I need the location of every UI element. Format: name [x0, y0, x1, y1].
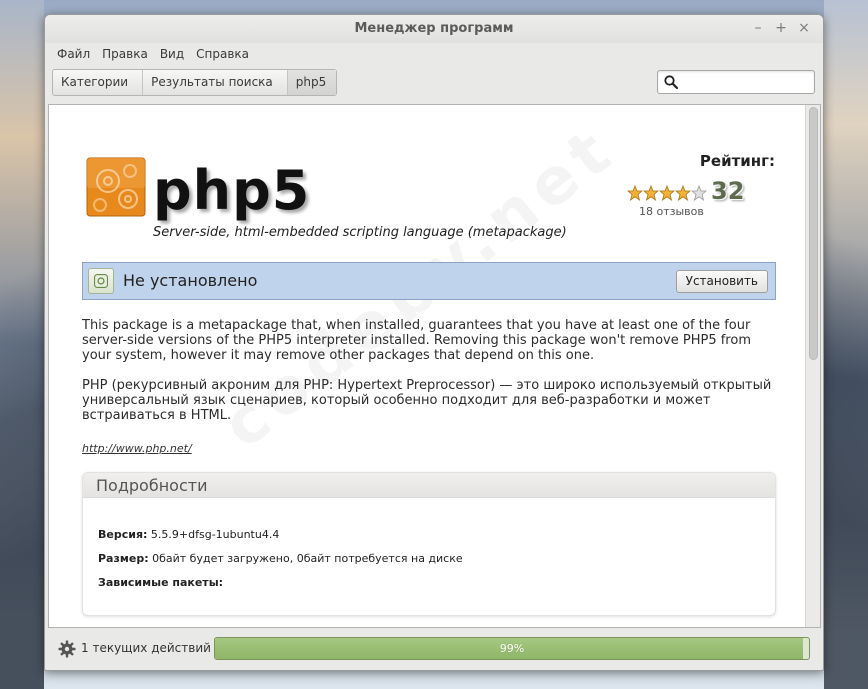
- detail-deps: Зависимые пакеты:: [98, 576, 223, 589]
- window-title: Менеджер программ: [354, 21, 514, 36]
- breadcrumb-search-results[interactable]: Результаты поиска: [143, 70, 288, 95]
- progress-label: 99%: [499, 642, 525, 655]
- breadcrumb: Категории Результаты поиска php5: [52, 69, 338, 96]
- star-icon: [643, 185, 659, 201]
- rating-score: 32: [711, 177, 745, 205]
- star-empty-icon: [691, 185, 707, 201]
- desktop-wallpaper-right: [824, 0, 868, 689]
- star-icon: [627, 185, 643, 201]
- install-status-bar: Не установлено Установить: [82, 262, 776, 300]
- install-status-text: Не установлено: [123, 271, 258, 290]
- star-icon: [675, 185, 691, 201]
- package-page: codeby.net php5 Server-side, html-embedd…: [49, 105, 807, 627]
- vertical-scrollbar[interactable]: [805, 105, 820, 627]
- menu-help[interactable]: Справка: [190, 47, 255, 61]
- scrollbar-thumb[interactable]: [809, 107, 818, 360]
- software-manager-window: Менеджер программ – + × Файл Правка Вид …: [44, 14, 824, 671]
- menu-file[interactable]: Файл: [51, 47, 96, 61]
- install-button[interactable]: Установить: [675, 270, 768, 293]
- search-input[interactable]: [682, 73, 808, 91]
- description-en: This package is a metapackage that, when…: [82, 318, 751, 363]
- bottom-status-bar: 1 текущих действий 99%: [45, 632, 823, 670]
- package-icon: [86, 157, 146, 217]
- rating-label: Рейтинг:: [699, 152, 775, 170]
- deps-label: Зависимые пакеты:: [98, 576, 224, 589]
- details-title: Подробности: [83, 473, 775, 498]
- breadcrumb-package[interactable]: php5: [287, 70, 337, 95]
- menu-view[interactable]: Вид: [154, 47, 190, 61]
- rating-stars: [627, 185, 707, 201]
- desktop-wallpaper-left: [0, 0, 44, 689]
- progress-bar: 99%: [214, 637, 810, 660]
- search-icon: [664, 75, 679, 90]
- titlebar[interactable]: Менеджер программ – + ×: [45, 15, 823, 43]
- maximize-icon[interactable]: +: [774, 20, 788, 36]
- gear-icon[interactable]: [58, 640, 76, 658]
- active-tasks-text[interactable]: 1 текущих действий: [81, 641, 211, 655]
- size-label: Размер:: [98, 552, 149, 565]
- reviews-count[interactable]: 18 отзывов: [639, 205, 704, 218]
- package-details-pane: codeby.net php5 Server-side, html-embedd…: [48, 104, 821, 628]
- toolbar: Категории Результаты поиска php5: [45, 65, 823, 103]
- menubar: Файл Правка Вид Справка: [45, 43, 823, 65]
- minimize-icon[interactable]: –: [751, 20, 765, 36]
- detail-version: Версия: 5.5.9+dfsg-1ubuntu4.4: [98, 528, 279, 541]
- menu-edit[interactable]: Правка: [96, 47, 154, 61]
- window-controls: – + ×: [751, 20, 811, 36]
- detail-size: Размер: 0байт будет загружено, 0байт пот…: [98, 552, 463, 565]
- details-panel: Подробности Версия: 5.5.9+dfsg-1ubuntu4.…: [82, 472, 776, 616]
- package-name: php5: [153, 159, 311, 222]
- homepage-link[interactable]: http://www.php.net/: [82, 442, 192, 455]
- package-summary: Server-side, html-embedded scripting lan…: [153, 225, 567, 240]
- breadcrumb-categories[interactable]: Категории: [53, 70, 144, 95]
- not-installed-icon: [88, 268, 114, 294]
- version-value: 5.5.9+dfsg-1ubuntu4.4: [150, 528, 280, 541]
- description-ru: PHP (рекурсивный акроним для PHP: Hypert…: [82, 378, 772, 423]
- star-icon: [659, 185, 675, 201]
- version-label: Версия:: [98, 528, 148, 541]
- search-box[interactable]: [657, 70, 815, 94]
- size-value: 0байт будет загружено, 0байт потребуется…: [152, 552, 463, 565]
- close-icon[interactable]: ×: [797, 20, 811, 36]
